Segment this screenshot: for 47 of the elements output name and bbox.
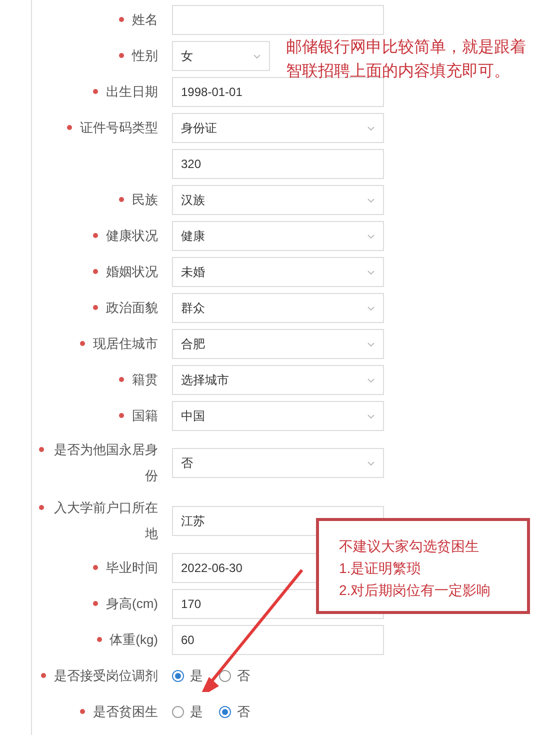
select-field[interactable]: 群众 xyxy=(172,293,384,323)
field-label: 身高(cm) xyxy=(106,595,158,613)
select-field[interactable]: 未婚 xyxy=(172,257,384,287)
annotation-line: 不建议大家勾选贫困生 xyxy=(339,537,480,556)
field-label: 是否贫困生 xyxy=(93,703,158,721)
field-label: 证件号码类型 xyxy=(80,119,158,137)
field-label: 姓名 xyxy=(132,11,158,29)
input-field[interactable]: 60 xyxy=(172,625,384,655)
field-label: 毕业时间 xyxy=(106,559,158,577)
chevron-down-icon xyxy=(367,198,375,202)
chevron-down-icon xyxy=(367,378,375,382)
field-label: 性别 xyxy=(132,47,158,65)
input-field[interactable]: 320 xyxy=(172,149,384,179)
field-label: 健康状况 xyxy=(106,227,158,245)
field-label: 籍贯 xyxy=(132,371,158,389)
field-label: 体重(kg) xyxy=(110,631,158,649)
field-label: 是否为他国永居身份 xyxy=(53,441,158,485)
chevron-down-icon xyxy=(367,460,375,466)
select-field[interactable]: 选择城市 xyxy=(172,365,384,395)
input-field[interactable] xyxy=(172,5,384,35)
chevron-down-icon xyxy=(367,234,375,238)
field-label: 入大学前户口所在地 xyxy=(53,499,158,543)
chevron-down-icon xyxy=(367,342,375,346)
field-label: 出生日期 xyxy=(106,83,158,101)
select-field[interactable]: 否 xyxy=(172,448,384,478)
chevron-down-icon xyxy=(367,306,375,310)
select-field[interactable]: 女 xyxy=(172,41,270,71)
input-field[interactable]: 1998-01-01 xyxy=(172,77,384,107)
chevron-down-icon xyxy=(367,414,375,418)
field-label: 政治面貌 xyxy=(106,299,158,317)
select-field[interactable]: 合肥 xyxy=(172,329,384,359)
field-label: 是否接受岗位调剂 xyxy=(54,667,158,685)
field-label: 婚姻状况 xyxy=(106,263,158,281)
radio-option[interactable]: 是 xyxy=(172,702,203,722)
field-label: 民族 xyxy=(132,191,158,209)
chevron-down-icon xyxy=(253,54,261,58)
chevron-down-icon xyxy=(367,270,375,274)
select-field[interactable]: 汉族 xyxy=(172,185,384,215)
field-label: 国籍 xyxy=(132,407,158,425)
radio-option[interactable]: 否 xyxy=(219,702,250,722)
field-label: 现居住城市 xyxy=(93,335,158,353)
radio-option[interactable]: 否 xyxy=(219,666,250,686)
chevron-down-icon xyxy=(367,126,375,130)
select-field[interactable]: 健康 xyxy=(172,221,384,251)
radio-option[interactable]: 是 xyxy=(172,666,203,686)
select-field[interactable]: 中国 xyxy=(172,401,384,431)
select-field[interactable]: 身份证 xyxy=(172,113,384,143)
